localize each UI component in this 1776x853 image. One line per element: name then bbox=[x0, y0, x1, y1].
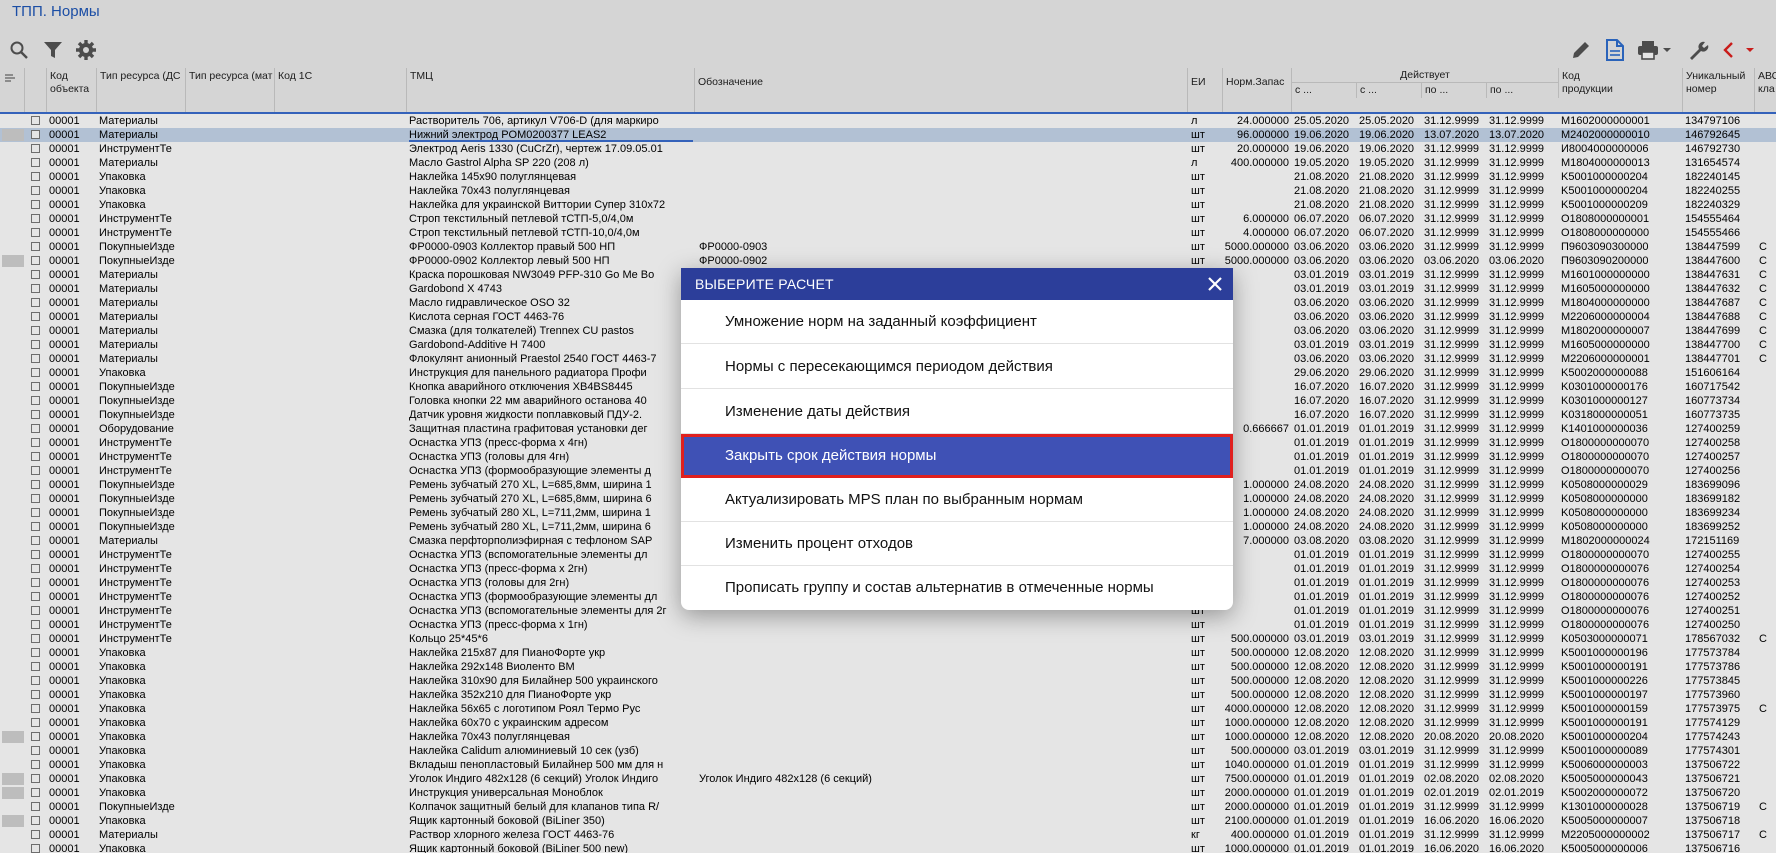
option-multiply-norms[interactable]: Умножение норм на заданный коэффициент bbox=[681, 300, 1233, 344]
close-icon[interactable] bbox=[1203, 272, 1227, 296]
option-label: Актуализировать MPS план по выбранным но… bbox=[725, 491, 1083, 508]
option-label: Умножение норм на заданный коэффициент bbox=[725, 313, 1037, 330]
option-label: Изменение даты действия bbox=[725, 403, 911, 420]
option-set-alternatives[interactable]: Прописать группу и состав альтернатив в … bbox=[681, 566, 1233, 610]
option-close-norm-period[interactable]: Закрыть срок действия нормы bbox=[681, 434, 1233, 478]
option-overlapping-periods[interactable]: Нормы с пересекающимся периодом действия bbox=[681, 345, 1233, 389]
option-label: Нормы с пересекающимся периодом действия bbox=[725, 358, 1053, 375]
option-change-date[interactable]: Изменение даты действия bbox=[681, 390, 1233, 434]
option-change-waste-percent[interactable]: Изменить процент отходов bbox=[681, 522, 1233, 566]
option-label: Прописать группу и состав альтернатив в … bbox=[725, 579, 1154, 596]
dialog-header: ВЫБЕРИТЕ РАСЧЕТ bbox=[681, 268, 1233, 300]
option-update-mps-plan[interactable]: Актуализировать MPS план по выбранным но… bbox=[681, 478, 1233, 522]
dialog-title: ВЫБЕРИТЕ РАСЧЕТ bbox=[695, 276, 834, 292]
option-label: Закрыть срок действия нормы bbox=[725, 447, 937, 464]
select-calculation-dialog: ВЫБЕРИТЕ РАСЧЕТ Умножение норм на заданн… bbox=[681, 268, 1233, 610]
option-label: Изменить процент отходов bbox=[725, 535, 914, 552]
